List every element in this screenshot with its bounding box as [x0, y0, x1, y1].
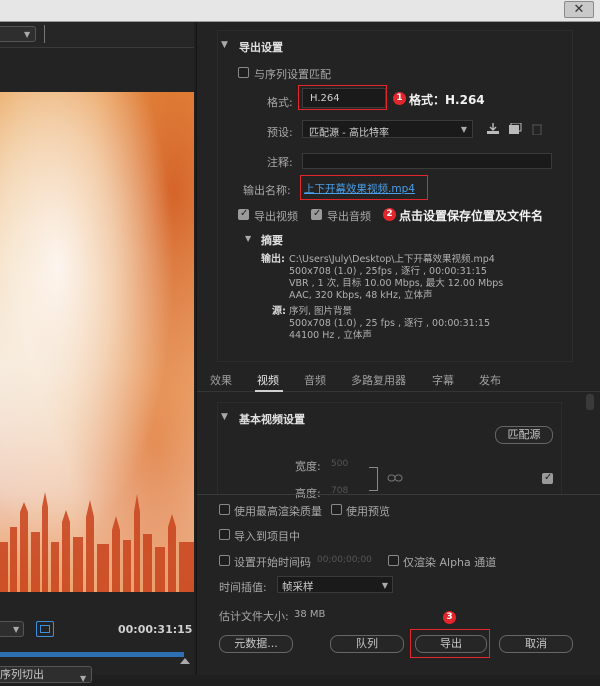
- summary-source-label: 源:: [272, 306, 286, 317]
- playhead-handle[interactable]: [180, 658, 190, 664]
- annotation-text: 点击设置保存位置及文件名: [399, 209, 544, 223]
- scrollbar-thumb[interactable]: [586, 394, 594, 410]
- annotation-box-output: [300, 175, 428, 200]
- section-title: 导出设置: [239, 41, 283, 54]
- duration-timecode: 00:00:31:15: [118, 623, 193, 636]
- start-timecode-value[interactable]: 00;00;00;00: [317, 555, 372, 565]
- use-previews-label: 使用预览: [346, 505, 390, 518]
- annotation-number: 2: [383, 208, 396, 221]
- city-skyline-image: [0, 492, 194, 592]
- summary-output-label: 输出:: [261, 254, 285, 265]
- summary-source-line: 44100 Hz , 立体声: [289, 330, 372, 341]
- chevron-down-icon: ▼: [460, 125, 467, 134]
- preset-label: 预设:: [267, 126, 293, 139]
- source-range-dropdown[interactable]: ▼: [0, 26, 36, 42]
- render-alpha-checkbox[interactable]: [388, 555, 399, 566]
- toolbar-divider: [44, 25, 45, 43]
- max-render-quality-checkbox[interactable]: [219, 504, 230, 515]
- format-label: 格式:: [267, 96, 293, 109]
- timeline-bar[interactable]: [0, 652, 184, 657]
- save-preset-icon[interactable]: [508, 123, 522, 135]
- chevron-down-icon: ▼: [381, 581, 388, 590]
- tab-video[interactable]: 视频: [257, 372, 279, 388]
- tab-effects[interactable]: 效果: [210, 372, 232, 388]
- export-audio-checkbox[interactable]: [311, 208, 322, 220]
- match-source-button[interactable]: 匹配源: [495, 426, 553, 444]
- window-title-bar: ✕: [0, 0, 600, 22]
- start-timecode-checkbox[interactable]: [219, 555, 230, 566]
- summary-output-line: AAC, 320 Kbps, 48 kHz, 立体声: [289, 290, 433, 301]
- max-render-quality-label: 使用最高渲染质量: [234, 505, 322, 518]
- annotation-number: 1: [393, 92, 406, 105]
- chevron-down-icon: ▼: [13, 625, 20, 634]
- active-tab-indicator: [255, 390, 283, 392]
- chevron-down-icon: ▼: [24, 30, 31, 39]
- cancel-button[interactable]: 取消: [499, 635, 573, 653]
- export-video-label: 导出视频: [254, 210, 298, 223]
- chevron-down-icon: ▼: [80, 674, 87, 683]
- queue-button[interactable]: 队列: [330, 635, 404, 653]
- export-settings-panel: ▼ 导出设置 与序列设置匹配 格式: H.264 1 格式：H.264 预设: …: [196, 22, 600, 675]
- chevron-down-icon[interactable]: ▼: [245, 234, 251, 243]
- close-icon[interactable]: ✕: [564, 1, 594, 18]
- monitor-toolbar: ▼: [0, 22, 194, 48]
- zoom-dropdown[interactable]: ▼: [0, 621, 24, 637]
- comment-label: 注释:: [267, 156, 293, 169]
- comment-input[interactable]: [302, 153, 552, 169]
- checkbox-icon[interactable]: [542, 472, 553, 484]
- program-monitor: ▼ ▼ 00:00:31:15 序列切出 ▼: [0, 22, 194, 683]
- match-sequence-checkbox[interactable]: [238, 67, 249, 78]
- tab-publish[interactable]: 发布: [479, 372, 501, 388]
- width-value[interactable]: 500: [331, 459, 348, 469]
- export-video-checkbox[interactable]: [238, 208, 249, 220]
- divider: [197, 494, 600, 495]
- export-audio-label: 导出音频: [327, 210, 371, 223]
- chevron-down-icon[interactable]: ▼: [221, 40, 228, 50]
- tab-multiplexer[interactable]: 多路复用器: [351, 372, 406, 388]
- annotation-box-export: [410, 629, 490, 658]
- annotation-number: 3: [443, 611, 456, 624]
- match-sequence-label: 与序列设置匹配: [254, 68, 331, 81]
- tab-captions[interactable]: 字幕: [432, 372, 454, 388]
- annotation-box-format: [298, 85, 387, 110]
- summary-title: 摘要: [261, 234, 283, 247]
- chevron-down-icon[interactable]: ▼: [221, 412, 228, 422]
- import-project-label: 导入到项目中: [234, 530, 300, 543]
- use-previews-checkbox[interactable]: [331, 504, 342, 515]
- time-interpolation-label: 时间插值:: [219, 581, 267, 594]
- output-name-label: 输出名称:: [243, 184, 291, 197]
- time-interpolation-select[interactable]: 帧采样 ▼: [277, 576, 393, 593]
- basic-video-title: 基本视频设置: [239, 413, 305, 426]
- estimated-size-value: 38 MB: [294, 609, 326, 620]
- estimated-size-label: 估计文件大小:: [219, 610, 289, 623]
- preset-select[interactable]: 匹配源 - 高比特率 ▼: [302, 120, 473, 139]
- link-icon[interactable]: [387, 472, 403, 484]
- metadata-button[interactable]: 元数据...: [219, 635, 293, 653]
- delete-preset-icon[interactable]: [530, 123, 544, 135]
- fit-frame-icon[interactable]: [36, 621, 54, 637]
- aspect-bracket: [369, 467, 378, 491]
- height-label: 高度:: [295, 487, 321, 500]
- render-alpha-label: 仅渲染 Alpha 通道: [403, 556, 497, 569]
- import-preset-icon[interactable]: [486, 123, 500, 135]
- start-timecode-label: 设置开始时间码: [234, 556, 311, 569]
- annotation-text: 格式：H.264: [409, 93, 485, 107]
- width-label: 宽度:: [295, 460, 321, 473]
- settings-tabs: 效果 视频 音频 多路复用器 字幕 发布: [197, 364, 600, 392]
- import-project-checkbox[interactable]: [219, 529, 230, 540]
- tab-audio[interactable]: 音频: [304, 372, 326, 388]
